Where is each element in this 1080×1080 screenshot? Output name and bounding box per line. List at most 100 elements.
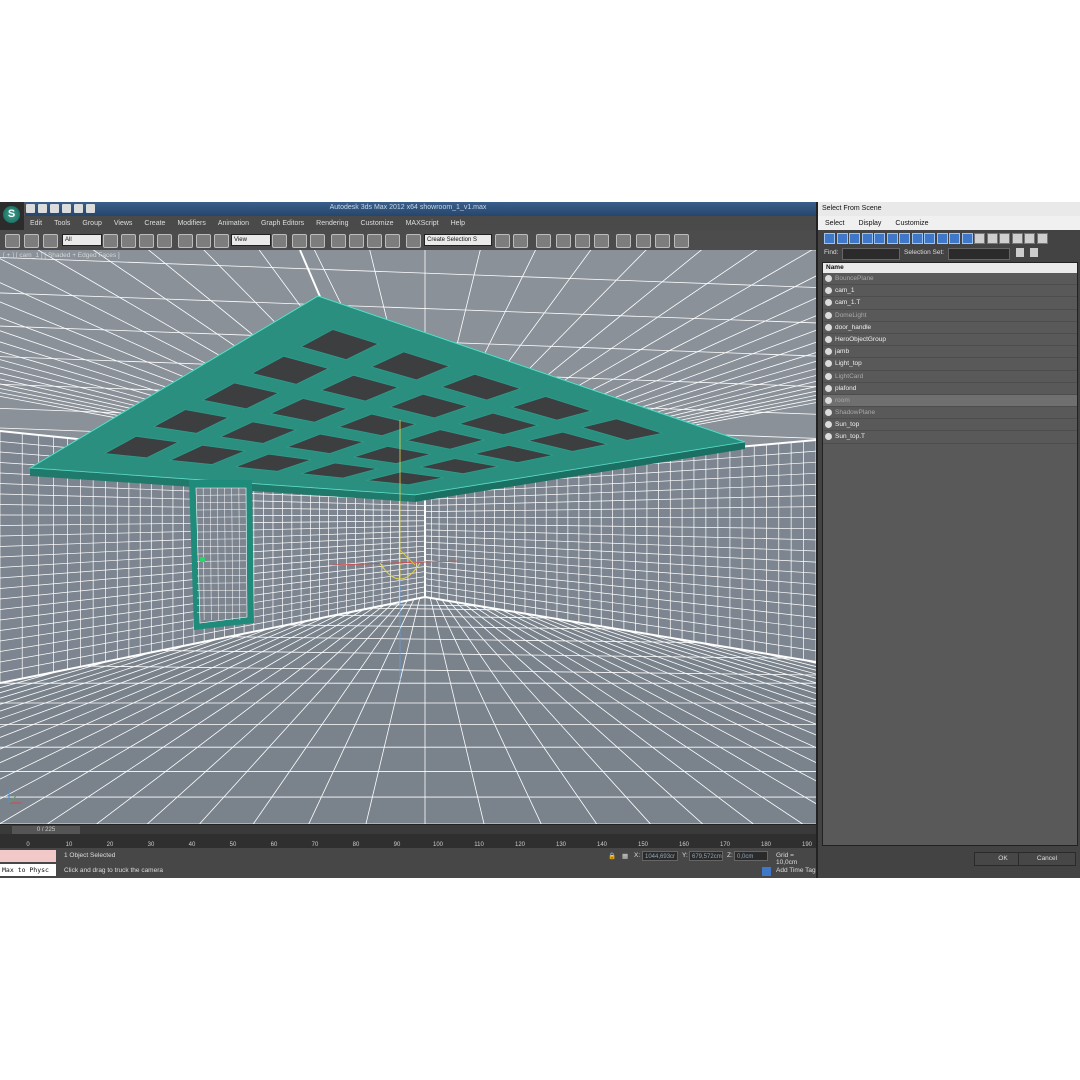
dialog-menu-select[interactable]: Select (818, 220, 851, 227)
display-cameras-icon[interactable] (861, 233, 873, 244)
menu-item-edit[interactable]: Edit (24, 220, 48, 227)
keyboard-shortcut-icon[interactable] (310, 234, 325, 248)
render-production-icon[interactable] (674, 234, 689, 248)
display-xrefs-icon[interactable] (911, 233, 923, 244)
graphite-ribbon-icon[interactable] (556, 234, 571, 248)
viewport-label[interactable]: [ + ] [ cam_1 ] [ Shaded + Edged Faces ] (3, 252, 120, 259)
maxscript-listener-output[interactable] (0, 850, 56, 862)
list-item[interactable]: LightCard (823, 371, 1077, 383)
menu-item-animation[interactable]: Animation (212, 220, 255, 227)
select-object-icon[interactable] (103, 234, 118, 248)
select-by-name-icon[interactable] (121, 234, 136, 248)
menu-item-rendering[interactable]: Rendering (310, 220, 354, 227)
display-containers-icon[interactable] (936, 233, 948, 244)
move-icon[interactable] (178, 234, 193, 248)
list-item[interactable]: room (823, 394, 1077, 408)
display-shapes-icon[interactable] (836, 233, 848, 244)
track-bar[interactable]: 0 10 20 30 40 50 60 70 80 90 100 110 120 130 140 150 160… (0, 834, 816, 848)
list-item[interactable]: jamb (823, 346, 1077, 359)
angle-snap-icon[interactable] (349, 234, 364, 248)
display-groups-icon[interactable] (899, 233, 910, 244)
bind-spacewarp-icon[interactable] (43, 234, 58, 248)
align-icon[interactable] (513, 234, 528, 248)
menu-item-customize[interactable]: Customize (354, 220, 399, 227)
scale-icon[interactable] (214, 234, 229, 248)
display-hidden-icon[interactable] (961, 233, 973, 244)
list-item[interactable]: cam_1.T (823, 297, 1077, 310)
absolute-mode-icon[interactable]: ▦ (622, 852, 628, 860)
window-crossing-icon[interactable] (157, 234, 172, 248)
list-item[interactable]: cam_1 (823, 285, 1077, 298)
material-editor-icon[interactable] (616, 234, 631, 248)
link-icon[interactable] (5, 234, 20, 248)
dialog-menu-customize[interactable]: Customize (888, 220, 935, 227)
z-coordinate-field[interactable]: 0,0cm (734, 851, 768, 861)
menu-item-tools[interactable]: Tools (48, 220, 76, 227)
camera-viewport[interactable]: [ + ] [ cam_1 ] [ Shaded + Edged Faces ] (0, 250, 816, 824)
render-setup-icon[interactable] (636, 234, 651, 248)
door-selected[interactable] (189, 480, 254, 630)
list-item[interactable]: Light_top (823, 358, 1077, 371)
rectangular-region-icon[interactable] (139, 234, 154, 248)
pivot-center-icon[interactable] (272, 234, 287, 248)
main-toolbar: All View Create Selection S (0, 230, 816, 251)
list-item[interactable]: door_handle (823, 322, 1077, 334)
menu-item-modifiers[interactable]: Modifiers (171, 220, 211, 227)
spinner-snap-icon[interactable] (385, 234, 400, 248)
selection-set-dropdown[interactable] (948, 248, 1010, 260)
select-manipulate-icon[interactable] (292, 234, 307, 248)
layer-manager-icon[interactable] (536, 234, 551, 248)
display-helpers-icon[interactable] (874, 233, 885, 244)
name-column-header[interactable]: Name (823, 263, 1077, 273)
find-input[interactable] (842, 248, 900, 260)
save-selection-set-icon[interactable] (1016, 248, 1024, 257)
selection-set-options-icon[interactable] (1030, 248, 1038, 257)
sync-selection-icon[interactable] (1011, 233, 1023, 244)
list-item[interactable]: plafond (823, 383, 1077, 395)
display-invert-icon[interactable] (999, 233, 1010, 244)
rendered-frame-window-icon[interactable] (655, 234, 670, 248)
filter-icon[interactable] (1036, 233, 1048, 244)
rotate-icon[interactable] (196, 234, 211, 248)
list-item[interactable]: Sun_top.T (823, 431, 1077, 444)
display-geometry-icon[interactable] (824, 233, 835, 244)
display-all-icon[interactable] (974, 233, 985, 244)
menu-item-help[interactable]: Help (445, 220, 471, 227)
display-spacewarps-icon[interactable] (886, 233, 898, 244)
edit-named-selection-icon[interactable] (406, 234, 421, 248)
select-dependents-icon[interactable] (1024, 233, 1035, 244)
percent-snap-icon[interactable] (367, 234, 382, 248)
schematic-view-icon[interactable] (594, 234, 609, 248)
x-coordinate-field[interactable]: 1044,693cr (642, 851, 678, 861)
menu-item-graph-editors[interactable]: Graph Editors (255, 220, 310, 227)
dialog-menu-display[interactable]: Display (851, 220, 888, 227)
add-time-tag-button[interactable]: Add Time Tag (776, 867, 816, 874)
y-coordinate-field[interactable]: 679,572cm (689, 851, 723, 861)
list-item[interactable]: BouncePlane (823, 273, 1077, 286)
maxscript-mini-listener[interactable]: Max to Physc (0, 864, 56, 876)
time-slider-knob[interactable]: 0 / 225 (12, 826, 80, 834)
display-lights-icon[interactable] (849, 233, 860, 244)
display-none-icon[interactable] (986, 233, 998, 244)
time-tag-icon[interactable] (762, 867, 771, 876)
lock-selection-icon[interactable]: 🔒 (608, 852, 616, 860)
reference-coordinate-dropdown[interactable]: View (231, 234, 271, 246)
named-selection-set-dropdown[interactable]: Create Selection S (424, 234, 492, 246)
unlink-icon[interactable] (24, 234, 39, 248)
menu-item-maxscript[interactable]: MAXScript (400, 220, 445, 227)
display-frozen-icon[interactable] (949, 233, 960, 244)
list-item[interactable]: ShadowPlane (823, 407, 1077, 420)
menu-item-create[interactable]: Create (138, 220, 171, 227)
display-bones-icon[interactable] (924, 233, 935, 244)
object-type-icon (825, 409, 832, 417)
list-item[interactable]: Sun_top (823, 419, 1077, 432)
list-item[interactable]: DomeLight (823, 310, 1077, 322)
snaps-toggle-icon[interactable] (331, 234, 346, 248)
mirror-icon[interactable] (495, 234, 510, 248)
menu-item-group[interactable]: Group (76, 220, 107, 227)
curve-editor-icon[interactable] (575, 234, 590, 248)
menu-item-views[interactable]: Views (108, 220, 139, 227)
selection-filter-dropdown[interactable]: All (62, 234, 102, 246)
list-item[interactable]: HeroObjectGroup (823, 334, 1077, 347)
cancel-button[interactable]: Cancel (1018, 852, 1076, 866)
